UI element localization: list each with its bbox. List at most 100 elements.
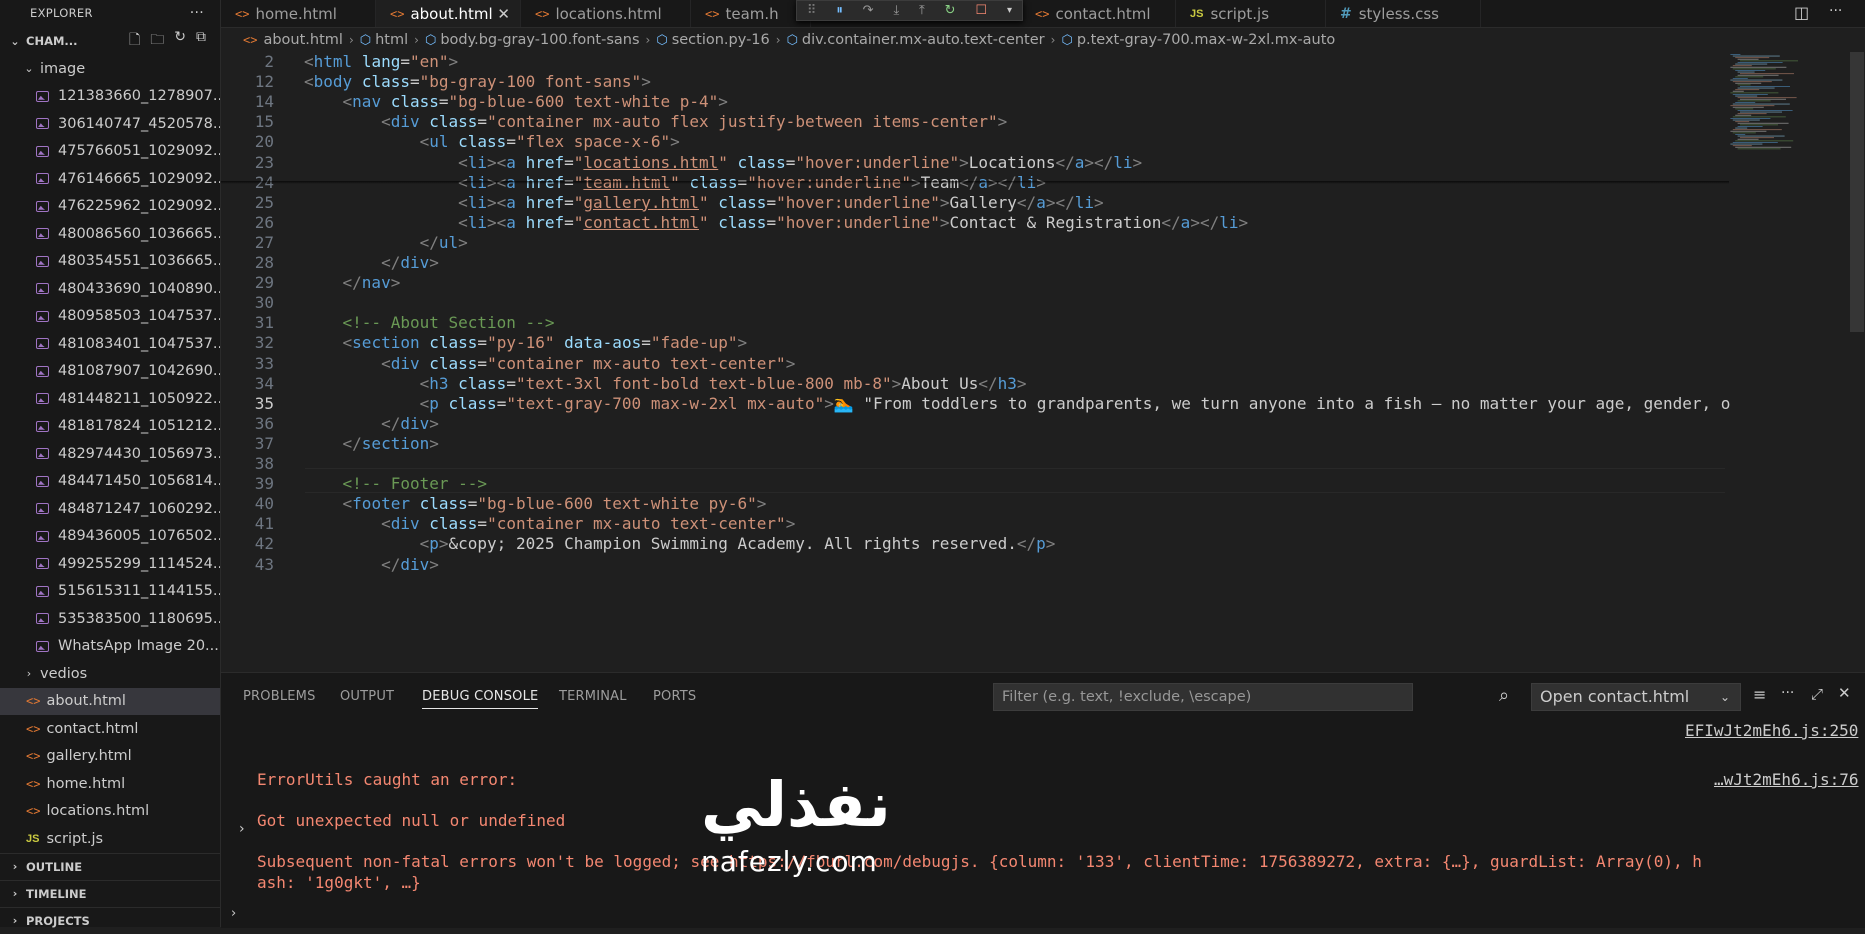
file-item[interactable]: <> locations.html [0,798,220,826]
chevron-down-icon[interactable]: ▾ [1007,5,1012,16]
breadcrumb-item[interactable]: html [375,32,408,48]
code-line[interactable]: <li><a href="gallery.html" class="hover:… [304,193,1104,212]
session-select[interactable]: Open contact.html ⌄ [1531,683,1741,711]
image-file-item[interactable]: 475766051_1029092... [0,138,220,166]
drag-handle-icon[interactable]: ⠿ [807,3,817,18]
projects-section[interactable]: › PROJECTS [0,906,220,934]
tab-team[interactable]: <> team.h [691,0,811,27]
code-line[interactable]: <div class="container mx-auto text-cente… [304,514,795,533]
folder-vedios[interactable]: › vedios [0,660,220,688]
image-file-item[interactable]: 489436005_1076502... [0,523,220,551]
image-file-item[interactable]: 476225962_1029092... [0,193,220,221]
more-actions-icon[interactable]: ··· [1829,3,1842,19]
close-panel-icon[interactable]: ✕ [1838,684,1851,702]
file-item[interactable]: <> home.html [0,770,220,798]
image-file-item[interactable]: 480433690_1040890... [0,275,220,303]
refresh-icon[interactable]: ↻ [174,29,186,53]
tab-home[interactable]: <> home.html [221,0,376,27]
code-line[interactable]: </div> [304,253,439,272]
code-line[interactable]: <li><a href="locations.html" class="hove… [304,153,1142,172]
tab-terminal[interactable]: TERMINAL [559,689,627,704]
code-line[interactable]: </section> [304,434,439,453]
image-file-item[interactable]: 480958503_1047537... [0,303,220,331]
image-file-item[interactable]: 484471450_1056814... [0,468,220,496]
code-line[interactable]: <ul class="flex space-x-6"> [304,132,680,151]
image-file-item[interactable]: 481817824_1051212... [0,413,220,441]
tab-problems[interactable]: PROBLEMS [243,689,316,704]
code-line[interactable]: <section class="py-16" data-aos="fade-up… [304,333,748,352]
minimap[interactable] [1728,52,1848,670]
image-file-item[interactable]: 482974430_1056973... [0,440,220,468]
code-line[interactable]: <body class="bg-gray-100 font-sans"> [304,72,651,91]
tab-styless[interactable]: # styless.css [1326,0,1481,27]
clear-console-icon[interactable]: ≡ [1753,685,1766,704]
image-file-item[interactable]: 480354551_1036665... [0,248,220,276]
pause-icon[interactable]: ⏸ [836,3,843,18]
file-item[interactable]: <> gallery.html [0,743,220,771]
code-line[interactable]: <footer class="bg-blue-600 text-white py… [304,494,767,513]
tab-locations[interactable]: <> locations.html [521,0,691,27]
new-file-icon[interactable]: 🗋 [129,29,140,53]
breadcrumb-item[interactable]: about.html [263,32,342,48]
code-line[interactable]: <div class="container mx-auto flex justi… [304,112,1007,131]
image-file-item[interactable]: 481083401_1047537... [0,330,220,358]
image-file-item[interactable]: 535383500_1180695... [0,605,220,633]
image-file-item[interactable]: 121383660_1278907... [0,83,220,111]
file-item[interactable]: <> about.html [0,687,220,715]
code-line[interactable]: <!-- About Section --> [304,313,555,332]
image-file-item[interactable]: 481087907_1042690... [0,358,220,386]
workspace-folder[interactable]: ⌄ CHAM... 🗋 🗀 ↻ ⧉ [0,27,220,55]
image-file-item[interactable]: 499255299_1114524... [0,550,220,578]
maximize-panel-icon[interactable]: ⤢ [1811,685,1823,703]
source-link[interactable]: EFIwJt2mEh6.js:250 [1685,721,1858,740]
image-file-item[interactable]: 515615311_1144155... [0,578,220,606]
code-line[interactable]: <div class="container mx-auto text-cente… [304,354,795,373]
tab-output[interactable]: OUTPUT [340,689,394,704]
collapse-all-icon[interactable]: ⧉ [196,29,206,53]
image-file-item[interactable]: 484871247_1060292... [0,495,220,523]
source-link[interactable]: …wJt2mEh6.js:76 [1714,770,1859,789]
image-file-item[interactable]: 306140747_4520578... [0,110,220,138]
tab-script[interactable]: JS script.js [1176,0,1326,27]
file-item[interactable]: <> contact.html [0,715,220,743]
code-line[interactable]: <li><a href="contact.html" class="hover:… [304,213,1248,232]
breadcrumb-item[interactable]: div.container.mx-auto.text-center [802,32,1045,48]
code-line[interactable]: <html lang="en"> [304,52,458,71]
image-file-item[interactable]: 481448211_1050922... [0,385,220,413]
vertical-scrollbar[interactable] [1850,52,1864,332]
tab-debug-console[interactable]: DEBUG CONSOLE [422,689,539,709]
code-line[interactable]: </ul> [304,233,468,252]
outline-section[interactable]: › OUTLINE [0,852,220,880]
restart-icon[interactable]: ↻ [945,3,956,18]
new-folder-icon[interactable]: 🗀 [150,29,164,53]
code-line[interactable]: </div> [304,555,439,574]
breadcrumb-item[interactable]: body.bg-gray-100.font-sans [440,32,639,48]
code-editor[interactable]: 2 <html lang="en"> 12 <body class="bg-gray-… [221,52,1733,670]
more-actions-icon[interactable]: ··· [1781,685,1794,701]
tab-about[interactable]: <> about.html ✕ [376,0,521,27]
close-icon[interactable]: ✕ [497,5,510,23]
breadcrumb-item[interactable]: section.py-16 [672,32,770,48]
image-file-item[interactable]: 480086560_1036665... [0,220,220,248]
split-editor-icon[interactable]: ◫ [1794,3,1809,22]
code-line[interactable]: </nav> [304,273,401,292]
code-line[interactable]: <h3 class="text-3xl font-bold text-blue-… [304,374,1027,393]
folder-image[interactable]: ⌄ image [0,55,220,83]
step-into-icon[interactable]: ⤓ [893,3,899,18]
breadcrumb-item[interactable]: p.text-gray-700.max-w-2xl.mx-auto [1077,32,1336,48]
timeline-section[interactable]: › TIMELINE [0,879,220,907]
code-line[interactable]: <nav class="bg-blue-600 text-white p-4"> [304,92,728,111]
image-file-item[interactable]: WhatsApp Image 20... [0,633,220,661]
code-line[interactable]: <p>&copy; 2025 Champion Swimming Academy… [304,534,1056,553]
image-file-item[interactable]: 476146665_1029092... [0,165,220,193]
code-line[interactable]: </div> [304,414,439,433]
stop-icon[interactable]: ☐ [975,3,987,18]
tab-ports[interactable]: PORTS [653,689,696,704]
chevron-right-icon[interactable]: › [239,821,245,837]
filter-input[interactable]: Filter (e.g. text, !exclude, \escape) [993,683,1413,711]
code-line[interactable]: <p class="text-gray-700 max-w-2xl mx-aut… [304,394,1731,413]
step-over-icon[interactable]: ↷ [863,3,874,18]
step-out-icon[interactable]: ⤒ [919,3,925,18]
more-actions-icon[interactable]: ··· [190,5,204,21]
chevron-right-icon[interactable]: › [231,906,236,921]
